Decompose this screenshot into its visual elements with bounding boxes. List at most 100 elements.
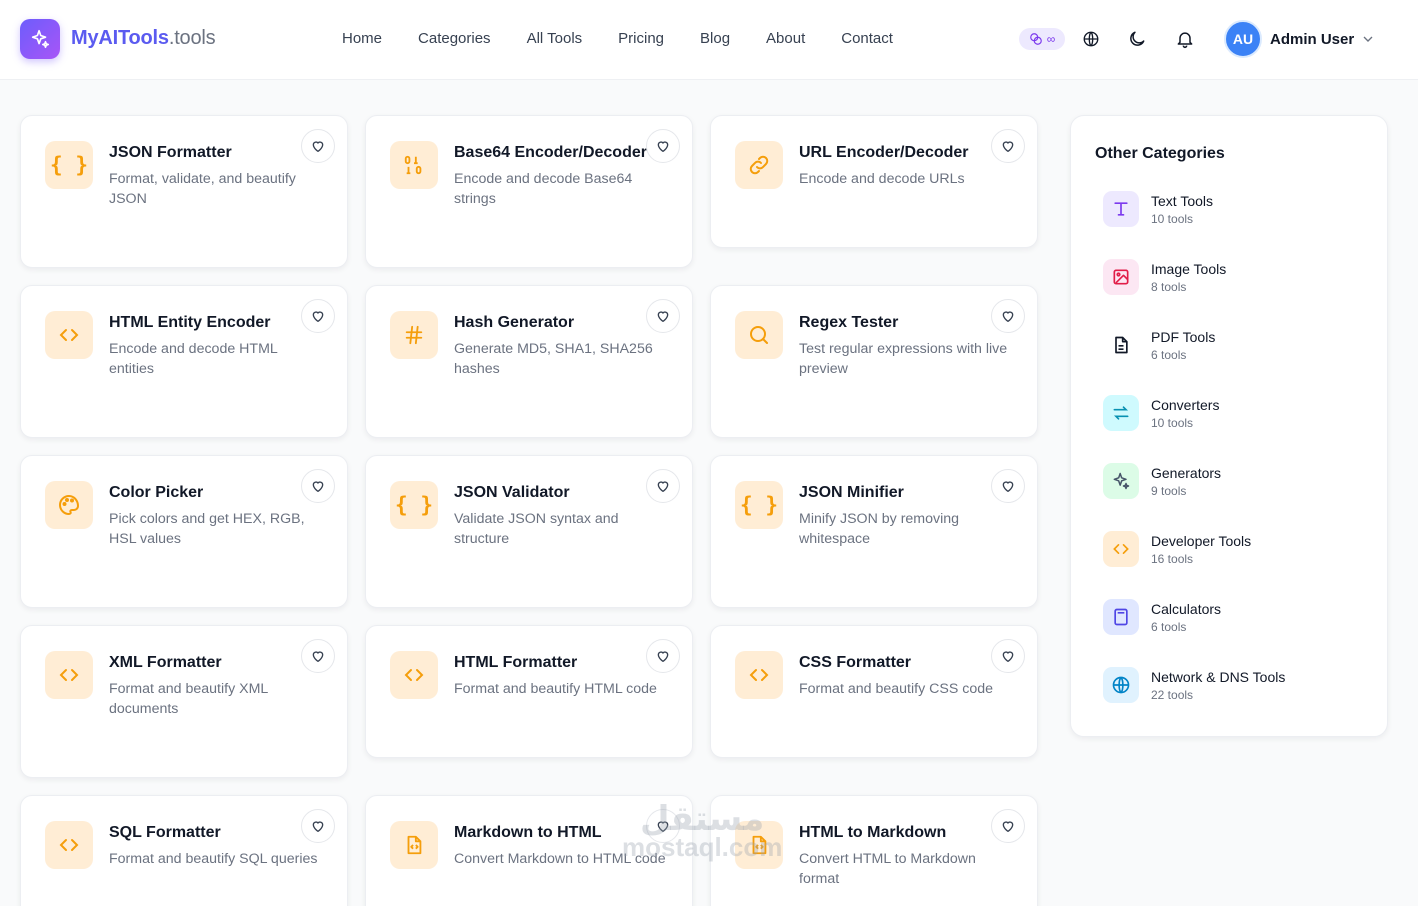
favorite-heart-icon[interactable] <box>301 469 335 503</box>
tool-card[interactable]: Base64 Encoder/Decoder Encode and decode… <box>365 115 693 268</box>
tool-card[interactable]: { } JSON Formatter Format, validate, and… <box>20 115 348 268</box>
other-categories-panel: Other Categories Text Tools 10 tools Ima… <box>1070 115 1388 737</box>
category-item-pdf-tools[interactable]: PDF Tools 6 tools <box>1103 327 1373 363</box>
code-icon <box>1103 531 1139 567</box>
nav-contact[interactable]: Contact <box>841 30 893 48</box>
tool-description: Pick colors and get HEX, RGB, HSL values <box>109 511 305 547</box>
braces-icon: { } <box>735 481 783 529</box>
notifications-bell-icon[interactable] <box>1174 28 1196 50</box>
chevron-down-icon[interactable] <box>1360 31 1376 52</box>
tool-title: JSON Formatter <box>109 144 232 161</box>
favorite-heart-icon[interactable] <box>991 809 1025 843</box>
language-globe-icon[interactable] <box>1080 28 1102 50</box>
category-count: 9 tools <box>1151 484 1187 498</box>
nav-blog[interactable]: Blog <box>700 30 730 48</box>
text-icon <box>1103 191 1139 227</box>
tool-card[interactable]: URL Encoder/Decoder Encode and decode UR… <box>710 115 1038 248</box>
favorite-heart-icon[interactable] <box>991 129 1025 163</box>
link-icon <box>735 141 783 189</box>
nav-categories[interactable]: Categories <box>418 30 491 48</box>
logo-sparkles-icon[interactable] <box>20 19 60 59</box>
category-item-converters[interactable]: Converters 10 tools <box>1103 395 1373 431</box>
sidebar-title: Other Categories <box>1095 145 1225 162</box>
favorite-heart-icon[interactable] <box>646 129 680 163</box>
tool-title: Base64 Encoder/Decoder <box>454 144 647 161</box>
favorite-heart-icon[interactable] <box>646 299 680 333</box>
category-count: 8 tools <box>1151 280 1187 294</box>
credits-value: ∞ <box>1046 32 1056 46</box>
tool-card[interactable]: Regex Tester Test regular expressions wi… <box>710 285 1038 438</box>
file-icon <box>1103 327 1139 363</box>
category-item-image-tools[interactable]: Image Tools 8 tools <box>1103 259 1373 295</box>
category-count: 22 tools <box>1151 688 1194 702</box>
category-item-text-tools[interactable]: Text Tools 10 tools <box>1103 191 1373 227</box>
favorite-heart-icon[interactable] <box>301 809 335 843</box>
category-name: Image Tools <box>1151 261 1227 277</box>
tool-card[interactable]: { } JSON Validator Validate JSON syntax … <box>365 455 693 608</box>
nav-pricing[interactable]: Pricing <box>618 30 664 48</box>
favorite-heart-icon[interactable] <box>646 639 680 673</box>
tool-title: Regex Tester <box>799 314 899 331</box>
tool-description: Format, validate, and beautify JSON <box>109 171 296 207</box>
tool-card[interactable]: HTML Formatter Format and beautify HTML … <box>365 625 693 758</box>
tool-card[interactable]: Markdown to HTML Convert Markdown to HTM… <box>365 795 693 906</box>
category-item-generators[interactable]: Generators 9 tools <box>1103 463 1373 499</box>
tool-card[interactable]: HTML Entity Encoder Encode and decode HT… <box>20 285 348 438</box>
tool-description: Convert HTML to Markdown format <box>799 851 976 887</box>
category-count: 10 tools <box>1151 212 1194 226</box>
tool-card[interactable]: SQL Formatter Format and beautify SQL qu… <box>20 795 348 906</box>
category-name: PDF Tools <box>1151 329 1216 345</box>
tool-title: Hash Generator <box>454 314 575 331</box>
user-avatar[interactable]: AU <box>1224 20 1262 58</box>
category-name: Developer Tools <box>1151 533 1252 549</box>
favorite-heart-icon[interactable] <box>991 639 1025 673</box>
favorite-heart-icon[interactable] <box>301 129 335 163</box>
braces-icon: { } <box>45 141 93 189</box>
user-name[interactable]: Admin User <box>1270 31 1354 48</box>
tool-description: Encode and decode URLs <box>799 171 965 187</box>
tool-card[interactable]: Color Picker Pick colors and get HEX, RG… <box>20 455 348 608</box>
braces-icon: { } <box>390 481 438 529</box>
category-name: Converters <box>1151 397 1220 413</box>
tool-card[interactable]: XML Formatter Format and beautify XML do… <box>20 625 348 778</box>
nav-about[interactable]: About <box>766 30 805 48</box>
category-name: Generators <box>1151 465 1222 481</box>
dark-mode-moon-icon[interactable] <box>1126 28 1148 50</box>
top-header: MyAITools.tools Home Categories All Tool… <box>0 0 1418 80</box>
tool-card[interactable]: CSS Formatter Format and beautify CSS co… <box>710 625 1038 758</box>
credits-badge[interactable]: ∞ <box>1019 28 1065 50</box>
tool-card[interactable]: { } JSON Minifier Minify JSON by removin… <box>710 455 1038 608</box>
tools-grid: { } JSON Formatter Format, validate, and… <box>20 115 1038 906</box>
coins-icon <box>1029 33 1042 45</box>
favorite-heart-icon[interactable] <box>301 639 335 673</box>
arrows-icon <box>1103 395 1139 431</box>
hash-icon <box>390 311 438 359</box>
favorite-heart-icon[interactable] <box>646 469 680 503</box>
category-count: 6 tools <box>1151 348 1187 362</box>
tool-card[interactable]: HTML to Markdown Convert HTML to Markdow… <box>710 795 1038 906</box>
tool-title: HTML Formatter <box>454 654 578 671</box>
tool-description: Encode and decode HTML entities <box>109 341 278 377</box>
brand-name[interactable]: MyAITools.tools <box>71 27 216 50</box>
code-icon <box>45 821 93 869</box>
nav-all-tools[interactable]: All Tools <box>527 30 583 48</box>
file-code-icon <box>735 821 783 869</box>
nav-home[interactable]: Home <box>342 30 382 48</box>
category-item-developer-tools[interactable]: Developer Tools 16 tools <box>1103 531 1373 567</box>
category-name: Text Tools <box>1151 193 1213 209</box>
tool-card[interactable]: Hash Generator Generate MD5, SHA1, SHA25… <box>365 285 693 438</box>
tool-title: HTML to Markdown <box>799 824 947 841</box>
brand-name-main: MyAITools <box>71 27 169 49</box>
favorite-heart-icon[interactable] <box>646 809 680 843</box>
category-name: Calculators <box>1151 601 1222 617</box>
category-item-calculators[interactable]: Calculators 6 tools <box>1103 599 1373 635</box>
tool-title: URL Encoder/Decoder <box>799 144 969 161</box>
category-item-network-dns-tools[interactable]: Network & DNS Tools 22 tools <box>1103 667 1373 703</box>
favorite-heart-icon[interactable] <box>991 469 1025 503</box>
tool-title: Color Picker <box>109 484 204 501</box>
calculator-icon <box>1103 599 1139 635</box>
favorite-heart-icon[interactable] <box>991 299 1025 333</box>
tool-description: Format and beautify SQL queries <box>109 851 318 867</box>
favorite-heart-icon[interactable] <box>301 299 335 333</box>
category-name: Network & DNS Tools <box>1151 669 1286 685</box>
